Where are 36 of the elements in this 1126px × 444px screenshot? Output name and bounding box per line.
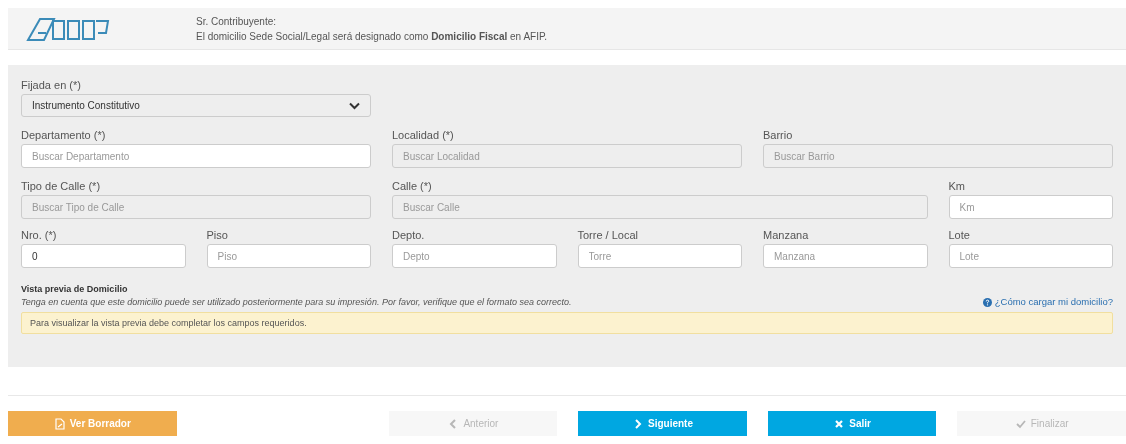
preview-note: Tenga en cuenta que este domicilio puede ser utilizado posteriormente para su impresión. Por favor, verifique que el formato sea correcto. <box>21 296 572 310</box>
input-field[interactable]: Torre <box>577 244 742 268</box>
input-field[interactable]: Lote <box>948 244 1113 268</box>
preview-alert: Para visualizar la vista previa debe completar los campos requeridos. <box>21 312 1113 335</box>
logo-icon <box>26 16 110 41</box>
draft-button[interactable]: Ver Borrador <box>8 411 177 436</box>
field-label: Barrio <box>763 128 794 142</box>
help-icon <box>982 297 992 307</box>
field-label: Depto. <box>392 228 426 242</box>
field-label: Lote <box>948 228 971 242</box>
preview-title: Vista previa de Domicilio <box>21 283 129 295</box>
field-label: Tipo de Calle (*) <box>21 179 102 193</box>
field-label: Calle (*) <box>392 179 433 193</box>
field-label: Piso <box>206 228 229 242</box>
fiscal-notice-text: El domicilio Sede Social/Legal será designado como Domicilio Fiscal en AFIP. <box>196 29 548 44</box>
field-label: Torre / Local <box>577 228 640 242</box>
exit-button[interactable]: Salir <box>767 411 937 436</box>
field-label: Localidad (*) <box>392 128 455 142</box>
input-field[interactable]: Km <box>948 195 1113 219</box>
input-field[interactable]: Manzana <box>763 244 928 268</box>
input-field[interactable]: Buscar Departamento <box>21 144 371 168</box>
select-field[interactable]: Instrumento Constitutivo <box>21 94 371 117</box>
field-label: Km <box>948 179 966 193</box>
input-field[interactable]: 0 <box>21 244 186 268</box>
input-field[interactable]: Piso <box>206 244 371 268</box>
input-field[interactable]: Depto <box>392 244 557 268</box>
next-button[interactable]: Siguiente <box>578 411 747 436</box>
greeting-text: Sr. Contribuyente: <box>196 14 278 29</box>
chevron-down-icon <box>349 101 360 110</box>
document-icon <box>53 417 66 430</box>
field-label: Manzana <box>763 228 810 242</box>
field-label: Fijada en (*) <box>21 78 82 92</box>
field-label: Nro. (*) <box>21 228 58 242</box>
close-icon <box>833 417 846 430</box>
help-link[interactable]: ¿Cómo cargar mi domicilio? <box>982 295 1113 310</box>
field-label: Departamento (*) <box>21 128 107 142</box>
